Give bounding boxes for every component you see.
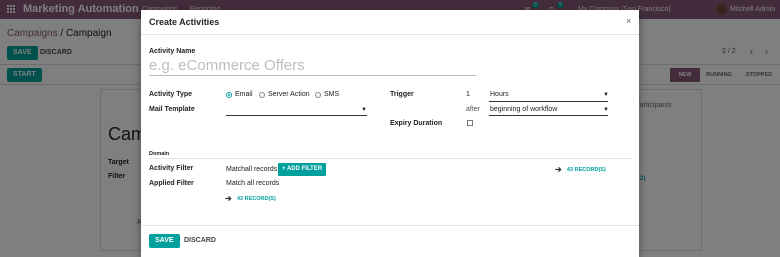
trigger-type-select[interactable]: beginning of workflow: [490, 106, 557, 113]
trigger-unit-select[interactable]: Hours: [490, 91, 509, 98]
radio-email[interactable]: [226, 92, 232, 98]
applied-filter-label: Applied Filter: [149, 180, 194, 187]
dialog-title: Create Activities: [149, 17, 220, 27]
trigger-number-input[interactable]: 1: [466, 91, 470, 98]
activity-name-input[interactable]: [149, 56, 476, 76]
close-icon[interactable]: ×: [626, 16, 631, 26]
radio-email-label[interactable]: Email: [235, 91, 253, 98]
arrow-right-icon: ➔: [225, 194, 232, 203]
radio-server-action[interactable]: [259, 92, 265, 98]
trigger-type-caret-icon[interactable]: ▼: [603, 107, 609, 113]
radio-server-action-label[interactable]: Server Action: [268, 91, 310, 98]
match-prefix: Match: [226, 166, 246, 173]
applied-records-count-link[interactable]: 43 RECORD(S): [237, 196, 276, 202]
trigger-unit-caret-icon[interactable]: ▼: [603, 92, 609, 98]
radio-sms-label[interactable]: SMS: [324, 91, 339, 98]
radio-sms[interactable]: [315, 92, 321, 98]
dialog-save-button[interactable]: SAVE: [149, 234, 180, 248]
trigger-label: Trigger: [390, 91, 414, 98]
activity-filter-label: Activity Filter: [149, 165, 194, 172]
arrow-right-icon: ➔: [555, 165, 562, 174]
after-label: after: [466, 106, 481, 113]
create-activities-dialog: Create Activities × Activity Name Activi…: [141, 10, 639, 257]
expiry-duration-label: Expiry Duration: [390, 120, 443, 127]
activity-type-label: Activity Type: [149, 91, 193, 98]
applied-filter-value: Match all records: [226, 180, 280, 187]
trigger-type-underline: [489, 115, 608, 116]
mail-template-underline: [226, 115, 367, 116]
expiry-duration-checkbox[interactable]: [467, 120, 473, 126]
dialog-header: Create Activities ×: [141, 10, 639, 35]
dialog-footer-divider: [141, 225, 639, 226]
activity-name-label: Activity Name: [149, 48, 196, 55]
match-all-records[interactable]: all records: [245, 166, 277, 173]
add-filter-button[interactable]: + ADD FILTER: [278, 163, 327, 176]
records-count-link[interactable]: 43 RECORD(S): [567, 167, 606, 173]
dialog-discard-button[interactable]: DISCARD: [178, 234, 222, 248]
mail-template-caret-icon[interactable]: ▼: [361, 107, 367, 113]
domain-separator: [149, 158, 631, 159]
trigger-unit-underline: [489, 101, 608, 102]
mail-template-label: Mail Template: [149, 106, 195, 113]
domain-label: Domain: [149, 151, 170, 157]
